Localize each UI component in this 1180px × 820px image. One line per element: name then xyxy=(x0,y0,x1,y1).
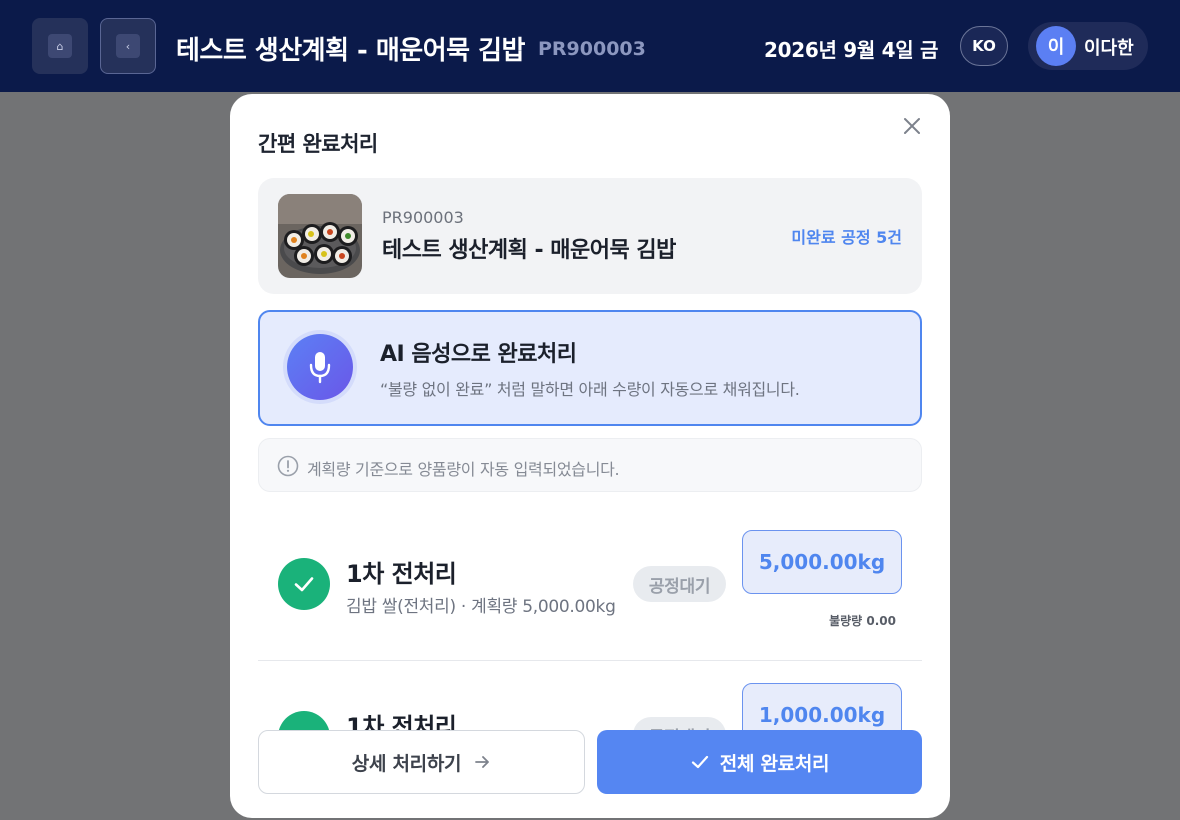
ai-voice-complete-button[interactable]: AI 음성으로 완료처리 “불량 없이 완료” 처럼 말하면 아래 수량이 자동… xyxy=(258,310,922,426)
plan-code: PR900003 xyxy=(382,208,464,227)
ai-voice-title: AI 음성으로 완료처리 xyxy=(380,342,577,367)
complete-all-label: 전체 완료처리 xyxy=(719,752,830,775)
home-icon: ⌂ xyxy=(48,34,72,58)
avatar: 이 xyxy=(1036,26,1076,66)
check-icon xyxy=(691,755,708,769)
current-date: 2026년 9월 4일 금 xyxy=(764,38,939,62)
page-title: 테스트 생산계획 - 매운어묵 김밥 xyxy=(176,36,525,66)
process-status-badge: 공정대기 xyxy=(633,717,726,730)
top-header: ⌂ ‹ 테스트 생산계획 - 매운어묵 김밥 PR900003 2026년 9월… xyxy=(0,0,1180,92)
language-toggle[interactable]: KO xyxy=(960,26,1008,66)
home-button[interactable]: ⌂ xyxy=(32,18,88,74)
modal-title: 간편 완료처리 xyxy=(258,132,378,156)
close-icon xyxy=(904,118,920,134)
check-circle-icon[interactable] xyxy=(278,558,330,610)
process-title: 1차 전처리 xyxy=(346,560,457,588)
plan-name: 테스트 생산계획 - 매운어묵 김밥 xyxy=(382,238,676,263)
detail-process-button[interactable]: 상세 처리하기 xyxy=(258,730,585,794)
complete-all-button[interactable]: 전체 완료처리 xyxy=(597,730,922,794)
arrow-right-icon xyxy=(475,756,490,768)
good-quantity-input[interactable]: 5,000.00kg xyxy=(742,530,902,594)
detail-process-label: 상세 처리하기 xyxy=(351,752,462,775)
process-subtitle: 김밥 쌀(전처리) · 계획량 5,000.00kg xyxy=(346,597,616,617)
process-status-badge: 공정대기 xyxy=(633,566,726,602)
chevron-left-icon: ‹ xyxy=(116,34,140,58)
ai-voice-description: “불량 없이 완료” 처럼 말하면 아래 수량이 자동으로 채워집니다. xyxy=(380,380,800,399)
back-button[interactable]: ‹ xyxy=(100,18,156,74)
notice-text: 계획량 기준으로 양품량이 자동 입력되었습니다. xyxy=(307,460,620,479)
user-name: 이다한 xyxy=(1084,38,1134,59)
auto-fill-notice: 계획량 기준으로 양품량이 자동 입력되었습니다. xyxy=(258,438,922,492)
page-plan-code: PR900003 xyxy=(538,38,646,60)
good-quantity-input[interactable]: 1,000.00kg xyxy=(742,683,902,730)
pending-process-count: 미완료 공정 5건 xyxy=(791,228,902,247)
close-button[interactable] xyxy=(902,116,922,140)
check-circle-icon[interactable] xyxy=(278,711,330,730)
process-row: 1차 전처리 공정대기 1,000.00kg xyxy=(258,660,922,730)
process-list[interactable]: 1차 전처리 김밥 쌀(전처리) · 계획량 5,000.00kg 공정대기 5… xyxy=(258,518,922,730)
product-image xyxy=(278,194,362,278)
user-menu[interactable]: 이 이다한 xyxy=(1028,22,1148,70)
plan-summary-card: PR900003 테스트 생산계획 - 매운어묵 김밥 미완료 공정 5건 xyxy=(258,178,922,294)
microphone-icon xyxy=(287,334,353,400)
process-title: 1차 전처리 xyxy=(346,713,457,730)
process-row: 1차 전처리 김밥 쌀(전처리) · 계획량 5,000.00kg 공정대기 5… xyxy=(258,518,922,660)
defect-quantity: 불량량 0.00 xyxy=(829,614,896,628)
quick-complete-modal: 간편 완료처리 PR900003 테스트 생산계획 - 매운어묵 김밥 미완료 … xyxy=(230,94,950,818)
info-icon xyxy=(277,455,299,477)
